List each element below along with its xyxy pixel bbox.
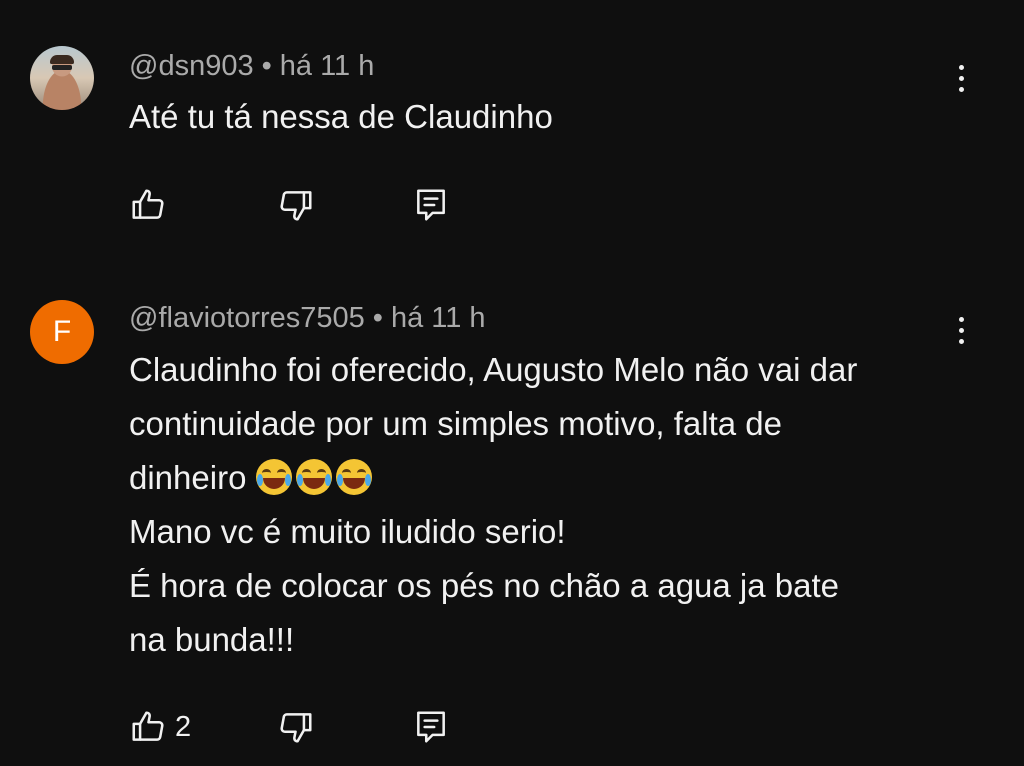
- comment-line: Mano vc é muito iludido serio!: [129, 513, 566, 550]
- avatar[interactable]: [30, 46, 94, 110]
- reply-icon: [417, 711, 445, 743]
- tears-of-joy-emoji: [295, 459, 332, 495]
- comment-line: na bunda!!!: [129, 621, 295, 658]
- tears-of-joy-emoji: [335, 459, 372, 495]
- dislike-icon: [280, 191, 312, 221]
- comment-author[interactable]: @dsn903: [129, 50, 254, 82]
- dislike-button[interactable]: [277, 185, 315, 225]
- avatar[interactable]: F: [30, 300, 94, 364]
- comment-line: continuidade por um simples motivo, falt…: [129, 405, 783, 442]
- comment-meta: @flaviotorres7505 • há 11 h: [129, 302, 486, 335]
- comment-time[interactable]: há 11 h: [280, 50, 375, 82]
- comment-text: Claudinho foi oferecido, Augusto Melo nã…: [129, 343, 969, 667]
- comment-meta: @dsn903 • há 11 h: [129, 50, 374, 83]
- comment-line-text: dinheiro: [129, 459, 247, 496]
- comment-time[interactable]: há 11 h: [391, 302, 486, 334]
- comment-actions: 2: [129, 707, 469, 747]
- meta-separator: •: [372, 302, 383, 334]
- dislike-button[interactable]: [277, 707, 315, 747]
- like-count: 2: [175, 710, 192, 743]
- comment-line: É hora de colocar os pés no chão a agua …: [129, 567, 839, 604]
- like-button[interactable]: 2: [129, 707, 191, 747]
- more-vert-icon[interactable]: [944, 308, 978, 352]
- reply-button[interactable]: [412, 185, 450, 225]
- reply-icon: [417, 189, 445, 221]
- more-vert-icon[interactable]: [944, 56, 978, 100]
- laughing-emojis: [255, 459, 376, 496]
- comment-line: dinheiro: [129, 451, 969, 505]
- reply-button[interactable]: [412, 707, 450, 747]
- like-icon: [132, 711, 164, 741]
- comment-actions: [129, 185, 469, 225]
- comment-line: Claudinho foi oferecido, Augusto Melo nã…: [129, 351, 858, 388]
- comment-text: Até tu tá nessa de Claudinho: [129, 90, 969, 144]
- comment-line: Até tu tá nessa de Claudinho: [129, 98, 553, 135]
- meta-separator: •: [261, 50, 272, 82]
- like-button[interactable]: [129, 185, 167, 225]
- comment-author[interactable]: @flaviotorres7505: [129, 302, 365, 334]
- dislike-icon: [280, 713, 312, 743]
- avatar-letter: F: [52, 315, 72, 348]
- tears-of-joy-emoji: [255, 459, 292, 495]
- like-icon: [132, 189, 164, 219]
